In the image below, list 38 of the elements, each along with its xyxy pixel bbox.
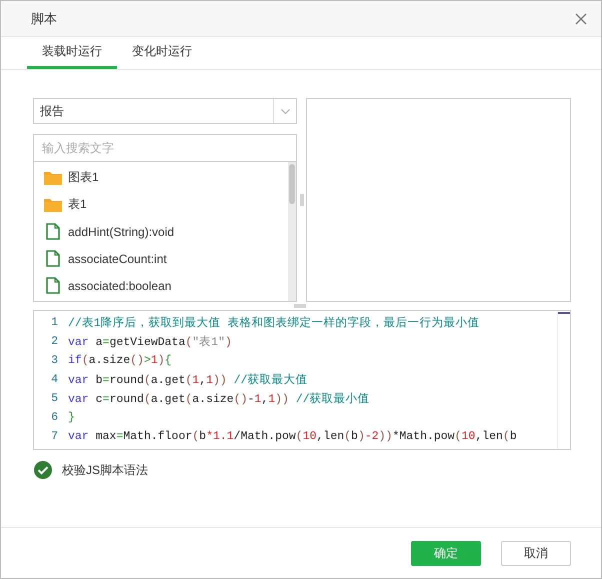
folder-icon xyxy=(44,198,62,212)
line-number: 4 xyxy=(50,373,59,386)
tree-item[interactable]: addHint(String):void xyxy=(34,218,288,245)
scroll-marker xyxy=(558,312,570,314)
close-icon[interactable] xyxy=(575,12,587,24)
check-circle-icon[interactable] xyxy=(34,461,52,479)
chevron-down-icon xyxy=(280,108,290,114)
source-dropdown[interactable]: 报告 xyxy=(33,98,297,124)
tree-item[interactable]: 图表1 xyxy=(34,164,288,191)
code-line: var c=round(a.get(a.size()-1,1)) //获取最小值 xyxy=(68,392,370,406)
tree-item[interactable]: 表1 xyxy=(34,191,288,218)
tab[interactable]: 变化时运行 xyxy=(117,37,207,69)
line-number: 3 xyxy=(50,354,59,367)
tab[interactable]: 装载时运行 xyxy=(27,37,117,69)
code-line: } xyxy=(68,411,75,424)
cancel-button[interactable]: 取消 xyxy=(501,540,571,566)
code-line: var a=getViewData("表1") xyxy=(68,334,232,349)
line-number: 7 xyxy=(50,430,59,443)
line-number: 1 xyxy=(50,316,59,329)
scrollbar[interactable] xyxy=(288,162,296,301)
tree-item[interactable]: associateCount:int xyxy=(34,245,288,272)
splitter-grip-icon[interactable] xyxy=(294,304,306,308)
folder-icon xyxy=(44,170,62,184)
line-number: 5 xyxy=(50,392,59,405)
file-icon xyxy=(44,277,62,294)
code-line: //表1降序后，获取到最大值 表格和图表绑定一样的字段，最后一行为最小值 xyxy=(68,315,480,330)
validate-label: 校验JS脚本语法 xyxy=(62,462,148,478)
splitter-grip-icon[interactable] xyxy=(300,194,304,206)
line-number: 6 xyxy=(50,411,59,424)
code-line: var b=round(a.get(1,1)) //获取最大值 xyxy=(68,372,308,387)
code-editor[interactable] xyxy=(33,310,571,450)
tree-item[interactable]: associated:boolean xyxy=(34,272,288,299)
file-icon xyxy=(44,250,62,267)
dialog-title: 脚本 xyxy=(31,10,57,28)
file-icon xyxy=(44,223,62,240)
line-number: 2 xyxy=(50,335,59,348)
code-line: var max=Math.floor(b*1.1/Math.pow(10,len(b)-2))*Math.pow(10,len(b xyxy=(68,430,517,443)
code-line: if(a.size()>1){ xyxy=(68,354,172,367)
